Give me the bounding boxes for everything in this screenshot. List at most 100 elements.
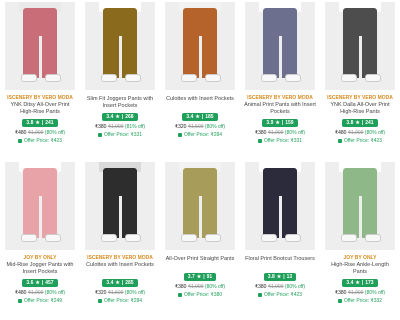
price-discount: (80% off): [204, 284, 226, 290]
star-icon: ★: [275, 120, 280, 126]
offer-line: Offer Price: ₹249: [17, 298, 63, 304]
product-brand: JOY BY ONLY: [23, 255, 57, 261]
product-title[interactable]: High-Rise Ankle-Length Pants: [324, 262, 396, 276]
rating-separator: |: [203, 274, 205, 280]
rating-count: 173: [365, 280, 374, 286]
product-card[interactable]: Floral Print Bootcut Trousers 3.8 ★ | 13…: [242, 160, 318, 320]
shoe-right: [285, 74, 301, 82]
shoe-left: [341, 234, 357, 242]
product-title[interactable]: YNK Dalla All-Over Print High-Rise Pants: [324, 102, 396, 116]
offer-line: Offer Price: ₹423: [17, 138, 63, 144]
price-current: ₹480: [14, 290, 27, 296]
product-image[interactable]: [245, 162, 315, 250]
product-card[interactable]: All-Over Print Straight Pants 3.7 ★ | 91…: [162, 160, 238, 320]
offer-price: Offer Price: ₹423: [23, 138, 63, 144]
offer-line: Offer Price: ₹284: [97, 298, 143, 304]
rating-count: 268: [125, 114, 134, 120]
rating-value: 3.4: [106, 280, 114, 286]
rating-value: 3.8: [26, 120, 34, 126]
rating-count: 159: [285, 120, 294, 126]
leg-gap: [199, 196, 202, 238]
offer-line: Offer Price: ₹423: [337, 138, 382, 144]
shoe-left: [341, 74, 357, 82]
rating-value: 3.8: [267, 274, 275, 280]
offer-line: Offer Price: ₹331: [97, 132, 142, 138]
price-line: ₹480 ₹1,999 (80% off): [15, 290, 65, 296]
shoe-left: [261, 234, 277, 242]
tag-icon: [177, 133, 182, 137]
star-icon: ★: [35, 280, 40, 286]
price-line: ₹320 ₹1,599 (80% off): [175, 124, 225, 130]
product-image[interactable]: [85, 162, 155, 250]
product-card[interactable]: Slim Fit Joggers Pants with Insert Pocke…: [82, 0, 158, 160]
product-title[interactable]: Culottes with Insert Pockets: [84, 262, 156, 276]
leg-gap: [119, 196, 122, 238]
rating-badge: 3.4 ★ | 268: [102, 113, 138, 121]
product-image[interactable]: [5, 2, 75, 90]
rating-count: 457: [45, 280, 54, 286]
rating-separator: |: [361, 120, 364, 126]
product-image[interactable]: [325, 162, 395, 250]
offer-price: Offer Price: ₹284: [103, 298, 143, 304]
leg-gap: [39, 36, 42, 78]
leg-gap: [279, 196, 282, 238]
rating-value: 3.8: [346, 120, 354, 126]
product-image[interactable]: [85, 2, 155, 90]
offer-price: Offer Price: ₹423: [263, 292, 303, 298]
product-card[interactable]: JOY BY ONLY Mid-Rise Jogger Pants with I…: [2, 160, 78, 320]
product-grid: ISCENERY BY VERO MODA YNK Ditsy All-Over…: [0, 0, 400, 320]
product-title[interactable]: All-Over Print Straight Pants: [164, 256, 236, 270]
product-card[interactable]: ISCENERY BY VERO MODA YNK Ditsy All-Over…: [2, 0, 78, 160]
price-mrp: ₹1,999: [267, 284, 284, 290]
product-image[interactable]: [165, 2, 235, 90]
star-icon: ★: [115, 114, 120, 120]
product-title[interactable]: Floral Print Bootcut Trousers: [244, 256, 316, 270]
price-discount: (80% off): [284, 284, 306, 290]
shoe-left: [21, 74, 37, 82]
rating-badge: 3.8 ★ | 241: [342, 119, 378, 127]
product-title[interactable]: YNK Ditsy All-Over Print High-Rise Pants: [4, 102, 76, 116]
price-current: ₹480: [14, 130, 27, 136]
leg-gap: [199, 36, 202, 78]
product-brand: ISCENERY BY VERO MODA: [247, 95, 313, 101]
price-line: ₹380 ₹1,999 (80% off): [255, 130, 305, 136]
price-discount: (81% off): [124, 124, 146, 130]
product-image[interactable]: [165, 162, 235, 250]
rating-count: 13: [286, 274, 293, 280]
product-image[interactable]: [325, 2, 395, 90]
product-brand: ISCENERY BY VERO MODA: [7, 95, 73, 101]
shoe-left: [21, 234, 37, 242]
product-image[interactable]: [5, 162, 75, 250]
product-card[interactable]: ISCENERY BY VERO MODA Culottes with Inse…: [82, 160, 158, 320]
shoe-right: [365, 234, 381, 242]
offer-price: Offer Price: ₹249: [23, 298, 63, 304]
star-icon: ★: [195, 114, 200, 120]
shoe-left: [181, 74, 197, 82]
price-discount: (80% off): [364, 130, 386, 136]
product-card[interactable]: Culottes with Insert Pockets 3.4 ★ | 185…: [162, 0, 238, 160]
rating-separator: |: [283, 274, 285, 280]
rating-badge: 3.7 ★ | 91: [183, 273, 217, 281]
star-icon: ★: [115, 280, 120, 286]
product-title[interactable]: Slim Fit Joggers Pants with Insert Pocke…: [84, 96, 156, 110]
product-title[interactable]: Culottes with Insert Pockets: [164, 96, 236, 110]
offer-price: Offer Price: ₹380: [183, 292, 223, 298]
rating-badge: 3.4 ★ | 285: [102, 279, 138, 287]
rating-count: 241: [45, 120, 54, 126]
product-image[interactable]: [245, 2, 315, 90]
product-card[interactable]: JOY BY ONLY High-Rise Ankle-Length Pants…: [322, 160, 398, 320]
rating-badge: 3.8 ★ | 241: [22, 119, 58, 127]
rating-value: 3.4: [186, 114, 194, 120]
offer-line: Offer Price: ₹332: [337, 298, 382, 304]
rating-separator: |: [201, 114, 204, 120]
product-title[interactable]: Mid-Rise Jogger Pants with Insert Pocket…: [4, 262, 76, 276]
product-card[interactable]: ISCENERY BY VERO MODA Animal Print Pants…: [242, 0, 318, 160]
price-line: ₹380 ₹1,999 (80% off): [255, 284, 305, 290]
price-mrp: ₹1,999: [347, 130, 364, 136]
product-card[interactable]: ISCENERY BY VERO MODA YNK Dalla All-Over…: [322, 0, 398, 160]
product-title[interactable]: Animal Print Pants with Insert Pockets: [244, 102, 316, 116]
shoe-left: [261, 74, 277, 82]
price-current: ₹320: [174, 124, 187, 130]
price-mrp: ₹1,999: [27, 130, 44, 136]
tag-icon: [97, 299, 102, 303]
